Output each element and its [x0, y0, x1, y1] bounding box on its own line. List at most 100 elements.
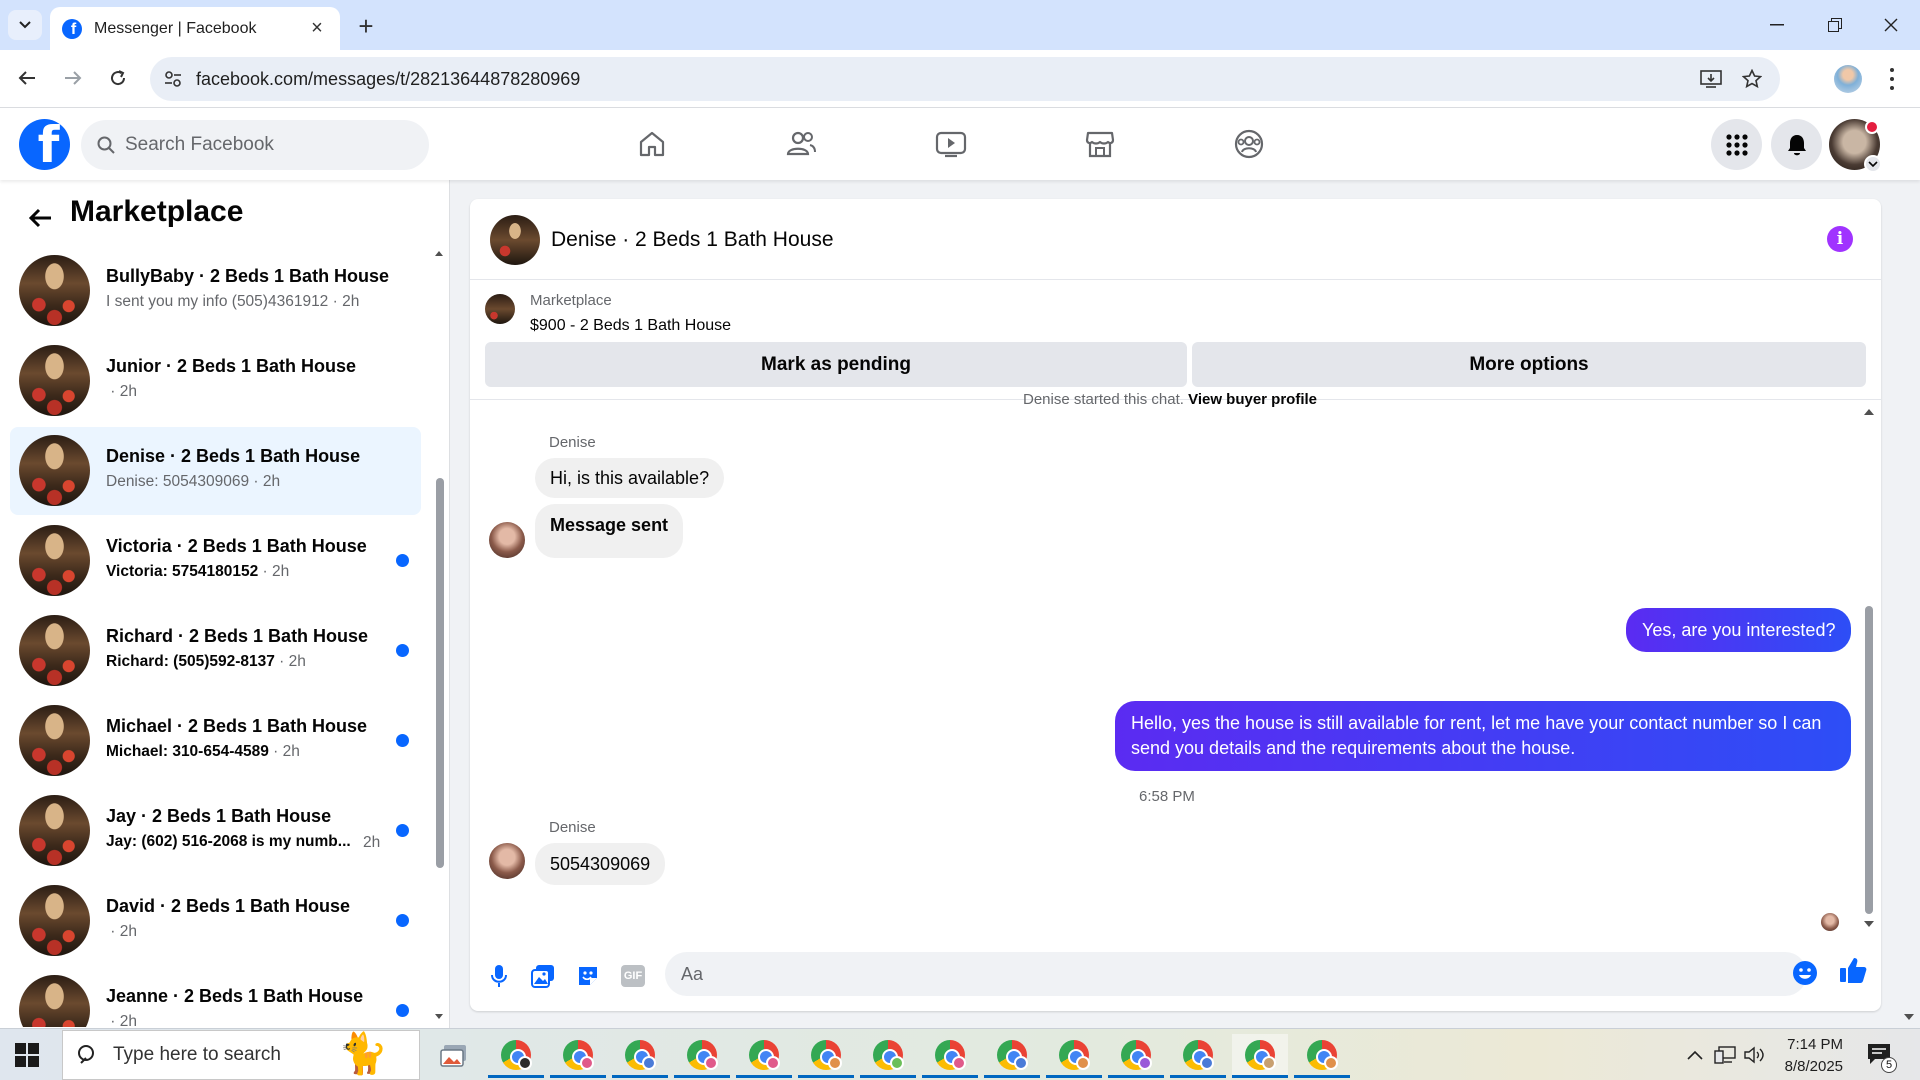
more-options-button[interactable]: More options [1192, 342, 1866, 387]
nav-groups-button[interactable] [1219, 124, 1279, 164]
incoming-message: Hi, is this available? [535, 458, 725, 498]
forward-button[interactable] [55, 60, 91, 96]
groups-icon [1234, 129, 1264, 159]
conversation-name: Michael · 2 Beds 1 Bath House [106, 716, 368, 736]
close-tab-icon[interactable]: × [306, 17, 328, 40]
sender-avatar[interactable] [489, 843, 525, 879]
chat-listing-thumbnail[interactable] [490, 215, 540, 265]
taskbar-chrome-window[interactable] [922, 1034, 978, 1078]
message-composer: GIF Aa [470, 949, 1881, 1005]
site-info-icon[interactable] [164, 70, 182, 88]
install-app-icon[interactable] [1700, 69, 1722, 89]
taskbar-chrome-window-focused[interactable] [1232, 1034, 1288, 1078]
page-scroll-down-arrow-icon[interactable] [1903, 1012, 1915, 1022]
account-menu-chevron-icon[interactable] [1864, 155, 1882, 173]
sender-avatar[interactable] [489, 522, 525, 558]
mark-as-pending-button[interactable]: Mark as pending [485, 342, 1187, 387]
info-icon[interactable]: i [1827, 226, 1853, 252]
taskbar-chrome-window[interactable] [612, 1034, 668, 1078]
taskbar-chrome-window[interactable] [488, 1034, 544, 1078]
conversation-preview: Jay: (602) 516-2068 is my numb... [106, 833, 351, 850]
conversation-item[interactable]: Jay · 2 Beds 1 Bath House Jay: (602) 516… [10, 787, 421, 875]
sticker-icon[interactable] [572, 960, 604, 992]
taskbar-chrome-window[interactable] [550, 1034, 606, 1078]
close-window-icon[interactable] [1862, 0, 1920, 50]
taskbar-chrome-window[interactable] [860, 1034, 916, 1078]
nav-home-button[interactable] [622, 124, 682, 164]
marketplace-sidebar: Marketplace BullyBaby · 2 Beds 1 Bath Ho… [0, 180, 450, 1028]
taskbar-chrome-window[interactable] [1108, 1034, 1164, 1078]
chat-scrollbar-thumb[interactable] [1865, 606, 1873, 914]
outgoing-message: Yes, are you interested? [1626, 608, 1852, 652]
notifications-button[interactable] [1771, 119, 1822, 170]
home-icon [639, 131, 665, 157]
back-to-chats-button[interactable] [22, 200, 58, 236]
thumbs-up-icon[interactable] [1837, 954, 1869, 986]
conversation-item[interactable]: Junior · 2 Beds 1 Bath House · 2h [10, 337, 421, 425]
scroll-down-arrow-icon[interactable] [1863, 919, 1875, 929]
chrome-profile-badge [518, 1056, 532, 1070]
address-bar[interactable]: facebook.com/messages/t/2821364487828096… [150, 57, 1780, 101]
view-buyer-profile-link[interactable]: View buyer profile [1188, 391, 1317, 408]
emoji-icon[interactable] [1789, 957, 1821, 989]
conversation-item[interactable]: Michael · 2 Beds 1 Bath House Michael: 3… [10, 697, 421, 785]
taskbar-chrome-window[interactable] [1046, 1034, 1102, 1078]
tab-search-button[interactable] [8, 10, 42, 40]
taskbar-chrome-window[interactable] [984, 1034, 1040, 1078]
new-tab-button[interactable]: + [350, 10, 382, 42]
conversation-item[interactable]: Richard · 2 Beds 1 Bath House Richard: (… [10, 607, 421, 695]
search-placeholder: Search Facebook [125, 134, 274, 155]
conversation-preview: · 2h [106, 1013, 138, 1027]
chat-title[interactable]: Denise · 2 Beds 1 Bath House [551, 228, 834, 252]
nav-marketplace-button[interactable] [1070, 124, 1130, 164]
listing-thumbnail [19, 885, 90, 956]
taskbar-chrome-window[interactable] [736, 1034, 792, 1078]
taskbar-chrome-window[interactable] [1294, 1034, 1350, 1078]
menu-grid-button[interactable] [1711, 119, 1762, 170]
conversation-item[interactable]: Jeanne · 2 Beds 1 Bath House · 2h [10, 967, 421, 1027]
show-hidden-icons-chevron-icon[interactable] [1687, 1050, 1703, 1060]
back-button[interactable] [9, 60, 45, 96]
facebook-search-input[interactable]: Search Facebook [81, 120, 429, 170]
minimize-window-icon[interactable] [1748, 0, 1806, 50]
scroll-down-arrow-icon[interactable] [434, 1012, 444, 1022]
clock-time[interactable]: 7:14 PM [1768, 1036, 1843, 1053]
conversation-list[interactable]: BullyBaby · 2 Beds 1 Bath House I sent y… [0, 247, 430, 1027]
unread-indicator [396, 554, 409, 567]
taskbar-chrome-window[interactable] [1170, 1034, 1226, 1078]
photo-icon[interactable] [527, 960, 559, 992]
taskbar-chrome-window[interactable] [674, 1034, 730, 1078]
network-icon[interactable] [1714, 1046, 1736, 1064]
windows-start-icon[interactable] [15, 1043, 39, 1067]
profile-avatar[interactable] [1834, 65, 1862, 93]
restore-window-icon[interactable] [1806, 0, 1864, 50]
conversation-item[interactable]: BullyBaby · 2 Beds 1 Bath House I sent y… [10, 247, 421, 335]
facebook-logo[interactable]: f [19, 119, 70, 170]
gif-icon[interactable]: GIF [617, 960, 649, 992]
sidebar-scrollbar-thumb[interactable] [436, 478, 444, 868]
browser-menu-icon[interactable] [1888, 66, 1896, 92]
browser-tab-messenger[interactable]: f Messenger | Facebook × [50, 7, 340, 50]
volume-icon[interactable] [1744, 1046, 1766, 1064]
conversation-preview: Victoria: 5754180152 · 2h [106, 563, 290, 580]
listing-banner: Marketplace $900 - 2 Beds 1 Bath House M… [470, 280, 1881, 400]
taskbar-app-file-viewer[interactable] [426, 1034, 482, 1078]
nav-friends-button[interactable] [771, 124, 831, 164]
microphone-icon[interactable] [483, 960, 515, 992]
taskbar-chrome-window[interactable] [798, 1034, 854, 1078]
chrome-profile-badge [1076, 1056, 1090, 1070]
chrome-profile-badge [1200, 1056, 1214, 1070]
bookmark-star-icon[interactable] [1742, 69, 1762, 89]
chrome-profile-badge [766, 1056, 780, 1070]
search-icon [78, 1045, 94, 1064]
nav-video-button[interactable] [921, 124, 981, 164]
scroll-up-arrow-icon[interactable] [1863, 407, 1875, 417]
conversation-item[interactable]: David · 2 Beds 1 Bath House · 2h [10, 877, 421, 965]
conversation-item-active[interactable]: Denise · 2 Beds 1 Bath House Denise: 505… [10, 427, 421, 515]
listing-title[interactable]: $900 - 2 Beds 1 Bath House [530, 317, 731, 335]
clock-date[interactable]: 8/8/2025 [1768, 1058, 1843, 1075]
message-input[interactable]: Aa [665, 952, 1807, 996]
scroll-up-arrow-icon[interactable] [434, 248, 444, 258]
reload-button[interactable] [100, 60, 136, 96]
conversation-item[interactable]: Victoria · 2 Beds 1 Bath House Victoria:… [10, 517, 421, 605]
